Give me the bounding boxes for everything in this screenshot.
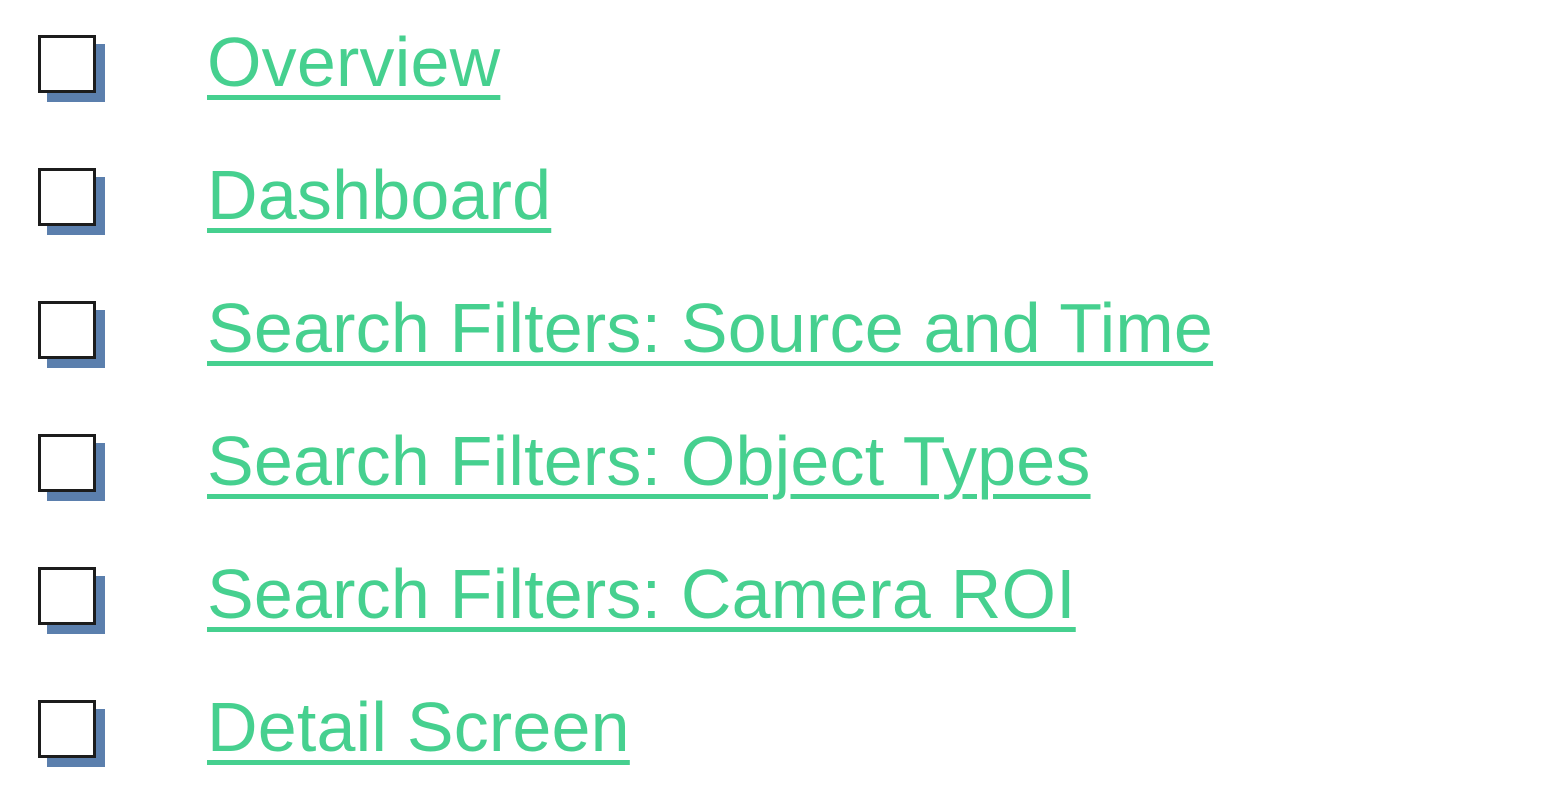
toc-link-search-filters-camera-roi[interactable]: Search Filters: Camera ROI [207, 544, 1076, 644]
checkbox-icon [38, 567, 105, 634]
checkbox-icon [38, 35, 105, 102]
toc-item-dashboard: Dashboard [0, 145, 1567, 245]
checkbox-icon [38, 168, 105, 235]
toc-link-dashboard[interactable]: Dashboard [207, 145, 551, 245]
table-of-contents: Overview Dashboard Search Filters: Sourc… [0, 0, 1567, 811]
toc-link-search-filters-object-types[interactable]: Search Filters: Object Types [207, 411, 1091, 511]
toc-item-search-filters-camera-roi: Search Filters: Camera ROI [0, 544, 1567, 644]
toc-item-search-filters-object-types: Search Filters: Object Types [0, 411, 1567, 511]
checkbox-icon [38, 434, 105, 501]
toc-link-detail-screen[interactable]: Detail Screen [207, 677, 630, 777]
toc-item-overview: Overview [0, 12, 1567, 112]
toc-item-detail-screen: Detail Screen [0, 677, 1567, 777]
toc-link-overview[interactable]: Overview [207, 12, 500, 112]
checkbox-icon [38, 700, 105, 767]
checkbox-icon [38, 301, 105, 368]
toc-link-search-filters-source-time[interactable]: Search Filters: Source and Time [207, 278, 1213, 378]
toc-item-search-filters-source-time: Search Filters: Source and Time [0, 278, 1567, 378]
